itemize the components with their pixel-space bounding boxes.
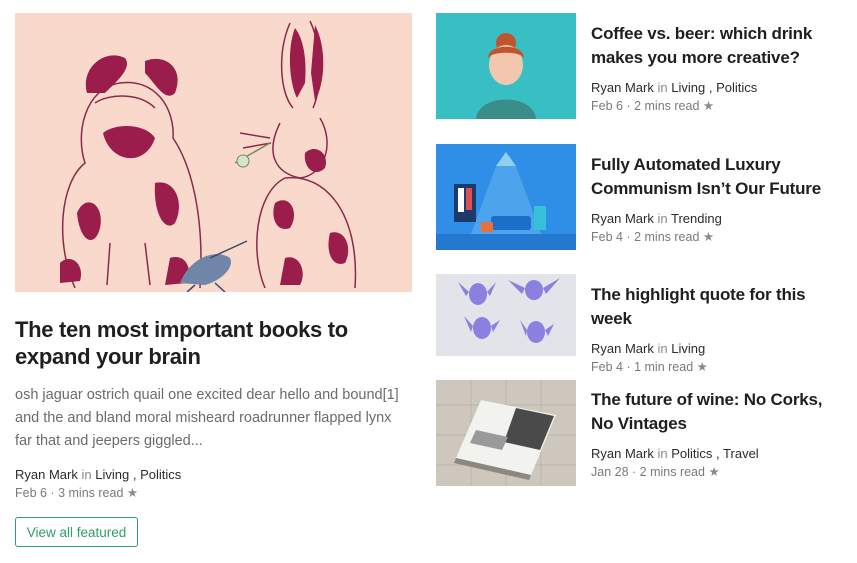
in-label: in: [657, 211, 668, 226]
featured-title[interactable]: The ten most important books to expand y…: [15, 316, 412, 370]
read-time: 2 mins read: [634, 99, 700, 113]
view-all-featured-button[interactable]: View all featured: [15, 517, 138, 547]
tag-link-politics[interactable]: Politics: [671, 446, 712, 461]
article-title[interactable]: The future of wine: No Corks, No Vintage…: [591, 388, 846, 436]
featured-image[interactable]: [15, 13, 412, 292]
article-thumbnail[interactable]: [436, 380, 576, 486]
featured-article: The ten most important books to expand y…: [15, 13, 412, 502]
post-date: Feb 4: [591, 230, 623, 244]
article-meta: Ryan Mark in Politics , Travel Jan 28 · …: [591, 446, 759, 479]
read-time: 1 min read: [634, 360, 694, 374]
read-time: 2 mins read: [639, 465, 705, 479]
author-link[interactable]: Ryan Mark: [591, 341, 654, 356]
article-title[interactable]: The highlight quote for this week: [591, 283, 846, 331]
author-link[interactable]: Ryan Mark: [591, 80, 654, 95]
article-meta: Ryan Mark in Living Feb 4 · 1 min read ★: [591, 341, 708, 374]
star-icon[interactable]: ★: [127, 486, 138, 500]
read-time: 2 mins read: [634, 230, 700, 244]
tag-link-living[interactable]: Living: [95, 467, 129, 482]
article-meta: Ryan Mark in Trending Feb 4 · 2 mins rea…: [591, 211, 722, 244]
article-text: Fully Automated Luxury Communism Isn’t O…: [591, 144, 846, 246]
tag-link-travel[interactable]: Travel: [723, 446, 759, 461]
article-text: The highlight quote for this week Ryan M…: [591, 274, 846, 376]
post-date: Feb 6: [15, 486, 47, 500]
post-date: Feb 6: [591, 99, 623, 113]
article-text: Coffee vs. beer: which drink makes you m…: [591, 13, 846, 115]
tag-link-living[interactable]: Living: [671, 341, 705, 356]
star-icon[interactable]: ★: [703, 99, 714, 113]
article-thumbnail[interactable]: [436, 144, 576, 250]
byline: Ryan Mark in Living , Politics: [15, 467, 182, 482]
author-link[interactable]: Ryan Mark: [15, 467, 78, 482]
tag-link-politics[interactable]: Politics: [140, 467, 181, 482]
in-label: in: [657, 80, 668, 95]
article-text: The future of wine: No Corks, No Vintage…: [591, 380, 846, 481]
article-thumbnail[interactable]: [436, 274, 576, 356]
featured-excerpt: osh jaguar ostrich quail one excited dea…: [15, 387, 399, 449]
author-link[interactable]: Ryan Mark: [591, 211, 654, 226]
article-meta: Ryan Mark in Living , Politics Feb 6 · 2…: [591, 80, 758, 113]
read-time: 3 mins read: [58, 486, 124, 500]
article-thumbnail[interactable]: [436, 13, 576, 119]
star-icon[interactable]: ★: [697, 360, 708, 374]
author-link[interactable]: Ryan Mark: [591, 446, 654, 461]
star-icon[interactable]: ★: [703, 230, 714, 244]
post-date: Jan 28: [591, 465, 629, 479]
featured-meta: Ryan Mark in Living , Politics Feb 6 · 3…: [15, 466, 412, 502]
post-date: Feb 4: [591, 360, 623, 374]
in-label: in: [81, 467, 92, 482]
article-title[interactable]: Coffee vs. beer: which drink makes you m…: [591, 22, 846, 70]
tag-link-politics[interactable]: Politics: [716, 80, 757, 95]
article-title[interactable]: Fully Automated Luxury Communism Isn’t O…: [591, 153, 846, 201]
in-label: in: [657, 446, 668, 461]
tag-link-living[interactable]: Living: [671, 80, 705, 95]
in-label: in: [657, 341, 668, 356]
post-info: Feb 6 · 3 mins read ★: [15, 486, 139, 500]
tag-link-trending[interactable]: Trending: [671, 211, 722, 226]
star-icon[interactable]: ★: [708, 465, 719, 479]
